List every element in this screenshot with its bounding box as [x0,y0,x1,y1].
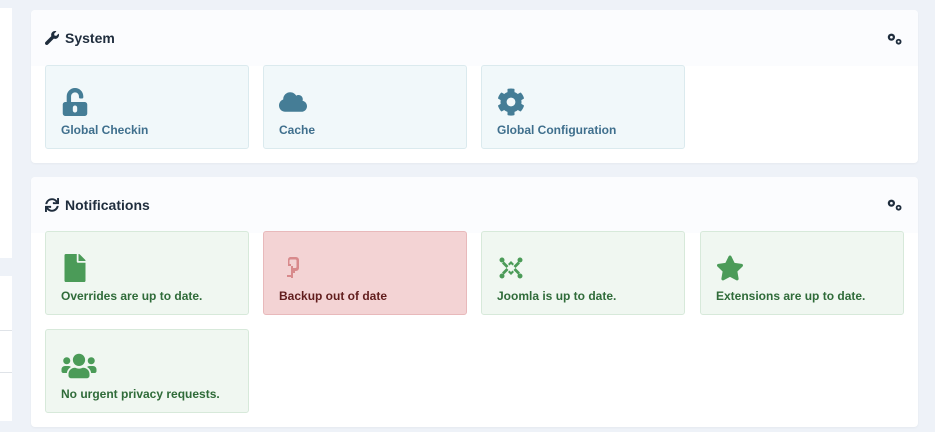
left-panel [0,8,12,258]
notifications-card: Notifications Overrides are up to date. … [31,177,918,427]
system-title: System [45,30,115,46]
tile-global-configuration[interactable]: Global Configuration [481,65,685,149]
tile-label: Overrides are up to date. [61,289,203,303]
tile-label: Joomla is up to date. [497,289,617,303]
cog-icon [497,88,525,116]
tile-extensions-update[interactable]: Extensions are up to date. [700,231,904,315]
unlock-icon [61,87,89,116]
left-divider [0,372,12,373]
system-card-header: System [31,10,918,66]
joomla-icon [497,254,525,282]
tile-cache[interactable]: Cache [263,65,467,149]
sync-icon [45,198,59,212]
system-title-text: System [65,30,115,46]
tile-global-checkin[interactable]: Global Checkin [45,65,249,149]
tile-overrides[interactable]: Overrides are up to date. [45,231,249,315]
tile-label: Cache [279,123,316,137]
tile-label: Extensions are up to date. [716,289,866,303]
cogs-icon [887,199,902,211]
tile-label: Backup out of date [279,289,388,303]
notifications-card-header: Notifications [31,177,918,233]
tile-label: Global Checkin [61,123,149,137]
tile-backup[interactable]: Backup out of date [263,231,467,315]
system-card: System Global Checkin Cache Global Confi… [31,10,918,163]
left-panel-lower [0,276,12,421]
cogs-icon [887,33,902,45]
star-icon [716,254,744,282]
users-icon [61,352,97,380]
tile-label: Global Configuration [497,123,617,137]
notifications-title: Notifications [45,197,150,213]
tile-privacy-requests[interactable]: No urgent privacy requests. [45,329,249,413]
wrench-icon [45,31,59,45]
left-divider [0,330,12,331]
notifications-options-button[interactable] [886,198,904,212]
system-options-button[interactable] [886,32,904,46]
notifications-title-text: Notifications [65,197,150,213]
tile-label: No urgent privacy requests. [61,387,220,401]
cloud-icon [279,88,307,116]
file-icon [61,254,89,282]
backup-icon [279,254,307,282]
tile-joomla-update[interactable]: Joomla is up to date. [481,231,685,315]
